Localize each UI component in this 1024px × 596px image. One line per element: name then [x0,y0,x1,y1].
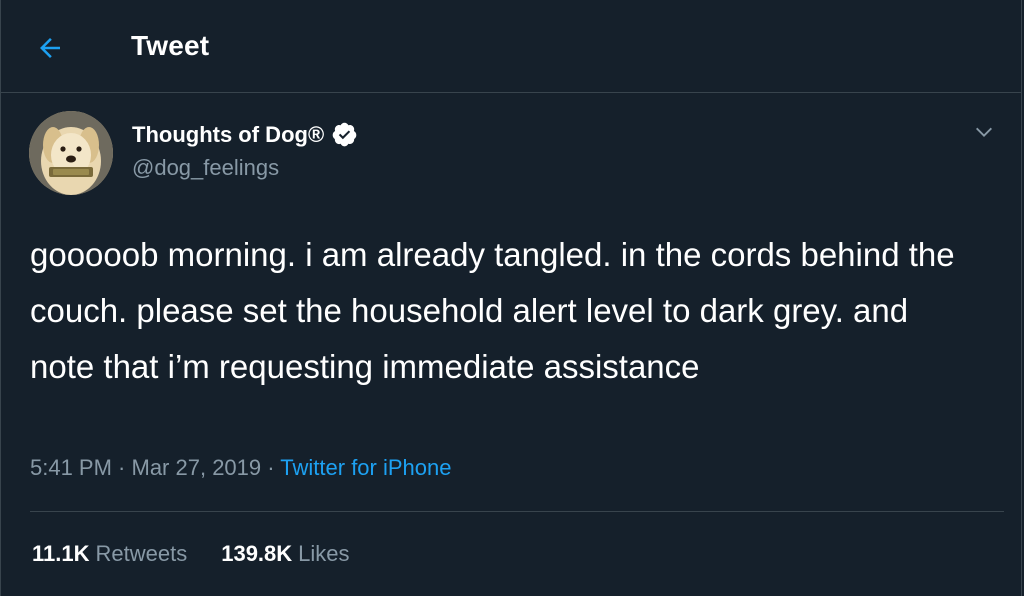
tweet-meta: 5:41 PM · Mar 27, 2019 · Twitter for iPh… [30,455,451,481]
retweets-stat[interactable]: 11.1K Retweets [32,541,187,567]
chevron-down-icon [973,121,995,143]
arrow-left-icon [35,33,65,63]
tweet-source-link[interactable]: Twitter for iPhone [280,455,451,480]
likes-count: 139.8K [221,541,293,566]
meta-separator: · [261,455,281,480]
meta-separator: · [111,455,132,480]
likes-stat[interactable]: 139.8K Likes [221,541,349,567]
avatar[interactable] [29,111,113,195]
retweets-count: 11.1K [32,541,90,566]
tweet-page: Tweet Thoughts of Dog® @dog_feelings goo… [0,0,1022,596]
tweet-time[interactable]: 5:41 PM [30,455,112,480]
retweets-label: Retweets [95,541,188,566]
back-button[interactable] [28,26,72,70]
tweet-stats: 11.1K Retweets 139.8K Likes [32,541,384,567]
tweet-date[interactable]: Mar 27, 2019 [132,455,262,480]
author-name-text: Thoughts of Dog® [132,121,325,147]
tweet-text: gooooob morning. i am already tangled. i… [30,236,964,385]
likes-label: Likes [298,541,350,566]
tweet-menu-button[interactable] [969,117,999,147]
verified-badge-icon [331,121,358,148]
page-title: Tweet [131,30,210,61]
divider [30,511,1004,512]
dog-avatar-image [29,111,113,195]
author-handle[interactable]: @dog_feelings [132,155,279,181]
author-name[interactable]: Thoughts of Dog® [132,121,358,148]
header-bar: Tweet [1,0,1021,93]
